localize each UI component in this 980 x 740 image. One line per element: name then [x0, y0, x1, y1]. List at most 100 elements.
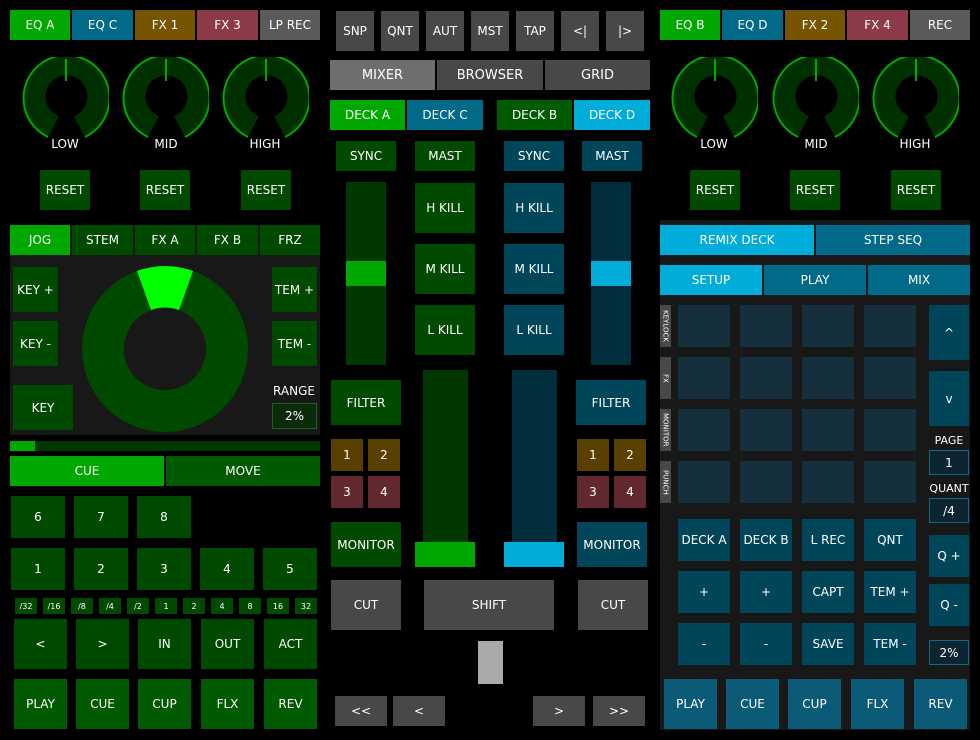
loop-size-button[interactable]: 32: [295, 598, 317, 614]
eq-mid-knob[interactable]: [121, 57, 209, 139]
master-button[interactable]: MST: [471, 11, 509, 51]
high-kill-right-button[interactable]: H KILL: [504, 183, 564, 233]
sync-right-button[interactable]: SYNC: [504, 141, 564, 171]
cut-right-button[interactable]: CUT: [578, 580, 648, 630]
tab-setup[interactable]: SETUP: [660, 265, 762, 295]
tab-stem[interactable]: STEM: [72, 225, 133, 255]
remix-pad[interactable]: [802, 409, 854, 451]
hotcue-2[interactable]: 2: [74, 548, 128, 590]
tab-fx-1[interactable]: FX 1: [135, 10, 195, 40]
cue-button[interactable]: CUE: [76, 679, 129, 729]
tempo-slider-left[interactable]: [346, 182, 386, 365]
eq-low-knob[interactable]: [21, 57, 109, 139]
cue-right-button[interactable]: CUE: [726, 679, 779, 729]
keylock-side-label[interactable]: KEYLOCK: [660, 305, 671, 347]
fx-unit-1-left[interactable]: 1: [331, 439, 363, 471]
fx-unit-2-right[interactable]: 2: [614, 439, 646, 471]
monitor-left-button[interactable]: MONITOR: [331, 522, 401, 567]
hotcue-6[interactable]: 6: [11, 496, 65, 538]
mid-kill-left-button[interactable]: M KILL: [415, 244, 475, 294]
tab-eq-b[interactable]: EQ B: [660, 10, 720, 40]
master-right-button[interactable]: MAST: [582, 141, 642, 171]
remix-control-button[interactable]: SAVE: [802, 623, 854, 665]
shift-button[interactable]: SHIFT: [424, 580, 554, 630]
play-button[interactable]: PLAY: [14, 679, 67, 729]
hotcue-8[interactable]: 8: [137, 496, 191, 538]
sync-left-button[interactable]: SYNC: [336, 141, 396, 171]
remix-control-button[interactable]: QNT: [864, 519, 916, 561]
hotcue-1[interactable]: 1: [11, 548, 65, 590]
tempo-slider-left-handle[interactable]: [346, 261, 386, 286]
jog-wheel[interactable]: [82, 266, 248, 435]
fx-unit-1-right[interactable]: 1: [577, 439, 609, 471]
reset-mid-button[interactable]: RESET: [140, 170, 190, 210]
range-value-right[interactable]: 2%: [929, 640, 969, 665]
filter-left-button[interactable]: FILTER: [331, 380, 401, 425]
key-button[interactable]: KEY: [13, 385, 73, 430]
quantize-button[interactable]: QNT: [381, 11, 419, 51]
hotcue-4[interactable]: 4: [200, 548, 254, 590]
remix-control-button[interactable]: -: [740, 623, 792, 665]
low-kill-right-button[interactable]: L KILL: [504, 305, 564, 355]
fx-side-label[interactable]: FX: [660, 357, 671, 399]
eq-high-knob[interactable]: [221, 57, 309, 139]
remix-control-button[interactable]: TEM -: [864, 623, 916, 665]
tap-button[interactable]: TAP: [516, 11, 554, 51]
loop-next-button[interactable]: >: [76, 619, 129, 669]
remix-pad[interactable]: [740, 409, 792, 451]
cup-button[interactable]: CUP: [138, 679, 191, 729]
eq-mid-knob-right[interactable]: [771, 57, 859, 139]
loop-size-button[interactable]: 1: [155, 598, 177, 614]
tab-fx-2[interactable]: FX 2: [785, 10, 845, 40]
tempo-plus-button[interactable]: TEM +: [272, 267, 317, 312]
loop-size-button[interactable]: /4: [99, 598, 121, 614]
remix-pad[interactable]: [740, 305, 792, 347]
tab-play[interactable]: PLAY: [764, 265, 866, 295]
volume-fader-left-handle[interactable]: [415, 542, 475, 567]
loop-size-button[interactable]: /2: [127, 598, 149, 614]
loop-size-button[interactable]: /8: [71, 598, 93, 614]
remix-pad[interactable]: [740, 357, 792, 399]
move-mode-button[interactable]: MOVE: [166, 456, 320, 486]
crossfader[interactable]: [335, 640, 645, 684]
seek-back-fast-button[interactable]: <<: [335, 696, 387, 726]
tab-eq-c[interactable]: EQ C: [72, 10, 133, 40]
tab-lp-rec[interactable]: LP REC: [260, 10, 320, 40]
monitor-side-label[interactable]: MONITOR: [660, 409, 671, 451]
tempo-minus-button[interactable]: TEM -: [272, 321, 317, 366]
eq-high-knob-right[interactable]: [871, 57, 959, 139]
play-right-button[interactable]: PLAY: [664, 679, 717, 729]
remix-control-button[interactable]: +: [740, 571, 792, 613]
fx-unit-4-left[interactable]: 4: [368, 476, 400, 508]
punch-side-label[interactable]: PUNCH: [660, 461, 671, 503]
tab-jog[interactable]: JOG: [10, 225, 70, 255]
snap-button[interactable]: SNP: [336, 11, 374, 51]
remix-control-button[interactable]: DECK B: [740, 519, 792, 561]
hotcue-5[interactable]: 5: [263, 548, 317, 590]
quant-minus-button[interactable]: Q -: [929, 584, 969, 626]
seek-forward-button[interactable]: >: [533, 696, 585, 726]
tab-rec[interactable]: REC: [910, 10, 970, 40]
loop-out-button[interactable]: OUT: [201, 619, 254, 669]
tab-browser[interactable]: BROWSER: [437, 60, 543, 90]
tab-remix-deck[interactable]: REMIX DECK: [660, 225, 814, 255]
tab-mix[interactable]: MIX: [868, 265, 970, 295]
loop-size-button[interactable]: 2: [183, 598, 205, 614]
seek-back-button[interactable]: <: [393, 696, 445, 726]
fx-unit-3-left[interactable]: 3: [331, 476, 363, 508]
quant-plus-button[interactable]: Q +: [929, 535, 969, 577]
tab-frz[interactable]: FRZ: [260, 225, 320, 255]
track-progress-bar[interactable]: [10, 441, 320, 451]
prev-marker-button[interactable]: <|: [561, 11, 599, 51]
remix-control-button[interactable]: -: [678, 623, 730, 665]
volume-fader-right[interactable]: [512, 370, 557, 567]
remix-pad[interactable]: [802, 357, 854, 399]
tab-fx-b[interactable]: FX B: [197, 225, 258, 255]
auto-button[interactable]: AUT: [426, 11, 464, 51]
loop-in-button[interactable]: IN: [138, 619, 191, 669]
reverse-button[interactable]: REV: [264, 679, 317, 729]
flux-right-button[interactable]: FLX: [851, 679, 904, 729]
volume-fader-left[interactable]: [423, 370, 468, 567]
quant-value[interactable]: /4: [929, 498, 969, 523]
remix-pad[interactable]: [864, 461, 916, 503]
